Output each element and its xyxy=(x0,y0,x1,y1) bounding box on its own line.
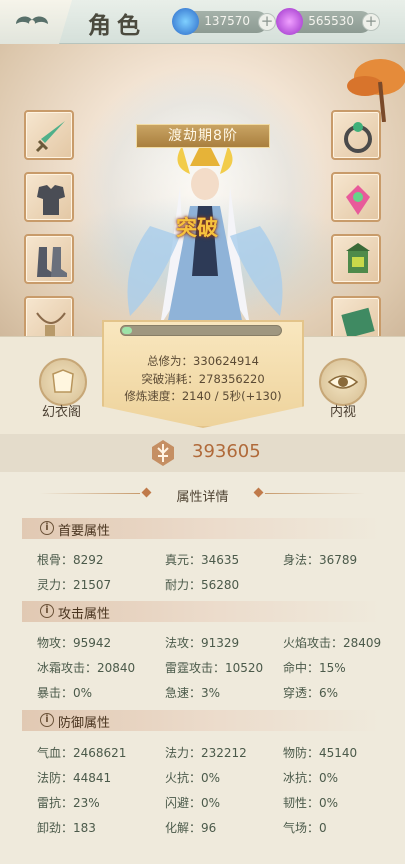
stat: 火焰攻击：28409 xyxy=(283,636,382,650)
equip-slot-armor[interactable] xyxy=(24,172,74,222)
stat: 雷霆攻击：10520 xyxy=(165,661,264,675)
sword-icon xyxy=(35,121,65,153)
stat: 命中：15% xyxy=(283,661,346,675)
wardrobe-icon xyxy=(52,369,74,393)
cultivation-speed: 修炼速度：2140 / 5秒(+130) xyxy=(124,389,282,403)
cultivation-progress-fill xyxy=(122,327,132,334)
lantern-icon xyxy=(346,243,370,273)
stat: 身法：36789 xyxy=(283,553,358,567)
attribute-details: 属性详情 i 首要属性 根骨：8292 真元：34635 身法：36789 灵力… xyxy=(0,472,405,864)
combat-power-value: 393605 xyxy=(192,441,261,462)
currency-blue: 137570 + xyxy=(172,8,276,35)
back-button[interactable] xyxy=(0,0,72,44)
section-defense: i 防御属性 xyxy=(22,710,382,731)
currency-blue-value: 137570 xyxy=(204,14,250,28)
equip-slot-gem[interactable] xyxy=(331,172,381,222)
equip-slot-weapon[interactable] xyxy=(24,110,74,160)
stat: 韧性：0% xyxy=(283,796,339,810)
blue-orb-icon xyxy=(172,8,199,35)
combat-power-row: 393605 xyxy=(0,434,405,472)
equip-slot-lantern[interactable] xyxy=(331,234,381,284)
stat: 灵力：21507 xyxy=(37,578,112,592)
breakthrough-cost: 突破消耗：278356220 xyxy=(141,372,265,386)
add-blue-currency-button[interactable]: + xyxy=(258,13,276,31)
wardrobe-button[interactable] xyxy=(39,358,87,406)
info-icon: i xyxy=(40,713,54,727)
gem-icon xyxy=(346,185,370,215)
stat: 雷抗：23% xyxy=(37,796,100,810)
stat: 真元：34635 xyxy=(165,553,240,567)
character-scene: 突破 渡劫期8阶 xyxy=(0,44,405,350)
boots-icon xyxy=(37,247,67,277)
section-defense-title: 防御属性 xyxy=(58,716,111,731)
armor-icon xyxy=(37,185,65,215)
stat: 气血：2468621 xyxy=(37,746,127,760)
realm-badge: 渡劫期8阶 xyxy=(136,124,270,148)
add-purple-currency-button[interactable]: + xyxy=(362,13,380,31)
combat-power-icon xyxy=(152,440,174,466)
stat: 物攻：95942 xyxy=(37,636,112,650)
stat: 法攻：91329 xyxy=(165,636,240,650)
stat: 闪避：0% xyxy=(165,796,221,810)
equip-slot-boots[interactable] xyxy=(24,234,74,284)
stat: 火抗：0% xyxy=(165,771,221,785)
currency-purple: 565530 + xyxy=(276,8,380,35)
stat: 急速：3% xyxy=(165,686,221,700)
page-title: 角色 xyxy=(88,12,146,39)
stat: 根骨：8292 xyxy=(37,553,104,567)
cultivation-progress-bar xyxy=(120,325,282,336)
section-attack: i 攻击属性 xyxy=(22,601,382,622)
stat: 化解：96 xyxy=(165,821,217,835)
info-icon: i xyxy=(40,604,54,618)
details-title: 属性详情 xyxy=(176,490,229,505)
stat: 卸劲：183 xyxy=(37,821,96,835)
stat: 冰抗：0% xyxy=(283,771,339,785)
section-primary-title: 首要属性 xyxy=(58,524,111,539)
stat: 暴击：0% xyxy=(37,686,93,700)
equip-slot-ring[interactable] xyxy=(331,110,381,160)
section-primary: i 首要属性 xyxy=(22,518,382,539)
total-cultivation: 总修为：330624914 xyxy=(147,354,259,368)
inner-view-label[interactable]: 内视 xyxy=(330,401,356,420)
top-bar: 角色 137570 + 565530 + xyxy=(0,0,405,44)
inner-view-button[interactable] xyxy=(319,358,367,406)
stat: 法力：232212 xyxy=(165,746,247,760)
stat: 耐力：56280 xyxy=(165,578,240,592)
breakthrough-label[interactable]: 突破 xyxy=(176,212,218,242)
stat: 气场：0 xyxy=(283,821,327,835)
divider-right xyxy=(265,493,365,494)
info-icon: i xyxy=(40,521,54,535)
stat: 物防：45140 xyxy=(283,746,358,760)
ring-icon xyxy=(344,122,372,153)
cloud-back-icon xyxy=(16,16,48,26)
section-attack-title: 攻击属性 xyxy=(58,607,111,622)
purple-orb-icon xyxy=(276,8,303,35)
stat: 冰霜攻击：20840 xyxy=(37,661,136,675)
stat: 法防：44841 xyxy=(37,771,112,785)
currency-purple-value: 565530 xyxy=(308,14,354,28)
stat: 穿透：6% xyxy=(283,686,339,700)
wardrobe-label[interactable]: 幻衣阁 xyxy=(42,401,81,420)
eye-icon xyxy=(327,375,359,389)
